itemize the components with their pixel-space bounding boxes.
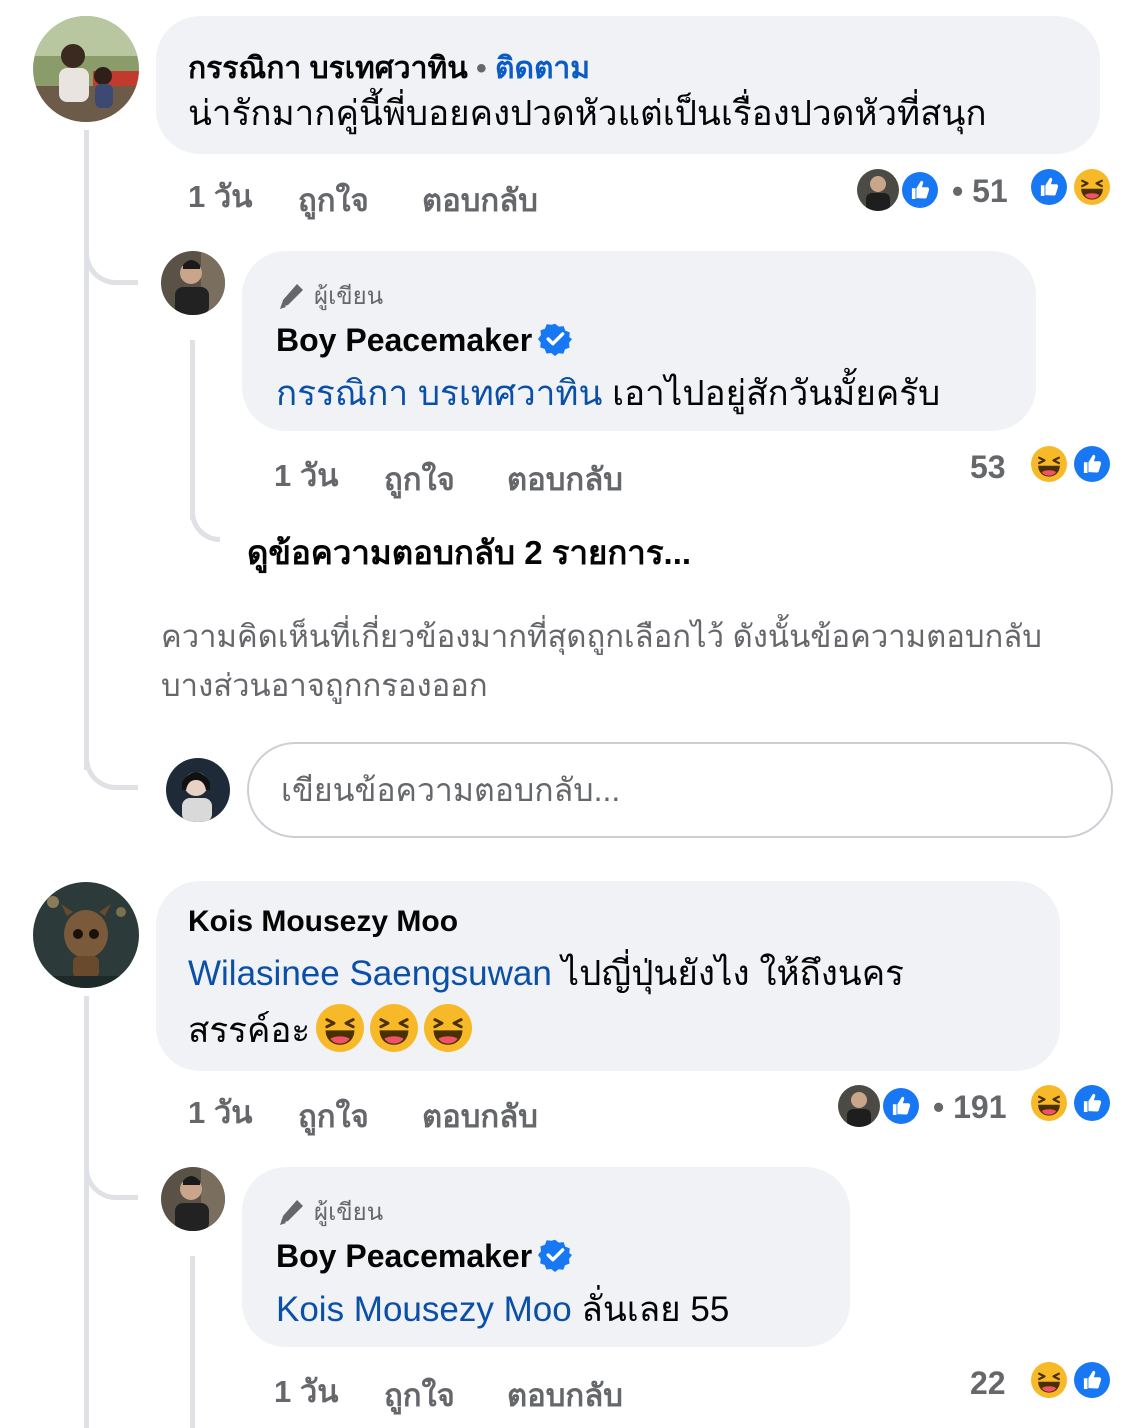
like-icon[interactable] bbox=[1071, 1082, 1113, 1124]
comment-message: ไปญี่ปุ่นยังไง ให้ถึงนคร bbox=[551, 954, 904, 993]
reply-text: กรรณิกา บรเทศวาทิน เอาไปอยู่สักวันมั้ยคร… bbox=[276, 368, 940, 420]
comment-author[interactable]: Kois Mousezy Moo bbox=[188, 905, 458, 939]
laughing-emoji-icon bbox=[316, 1004, 364, 1052]
author-badge: ผู้เขียน bbox=[276, 276, 383, 315]
follow-separator: • bbox=[476, 52, 487, 85]
filter-note: ความคิดเห็นที่เกี่ยวข้องมากที่สุดถูกเลือ… bbox=[161, 619, 1042, 703]
reply-timestamp[interactable]: 1 วัน bbox=[274, 1366, 338, 1416]
author-badge: ผู้เขียน bbox=[276, 1192, 383, 1231]
thread-line bbox=[190, 1256, 195, 1428]
author-name[interactable]: กรรณิกา บรเทศวาทิน bbox=[188, 52, 468, 85]
view-more-replies-link[interactable]: ดูข้อความตอบกลับ 2 รายการ... bbox=[247, 526, 691, 579]
mention-link[interactable]: Kois Mousezy Moo bbox=[276, 1290, 572, 1329]
mention-link[interactable]: Wilasinee Saengsuwan bbox=[188, 954, 552, 993]
follow-button[interactable]: ติดตาม bbox=[495, 52, 590, 85]
reply-button[interactable]: ตอบกลับ bbox=[507, 454, 623, 504]
reply-message: เอาไปอยู่สักวันมั้ยครับ bbox=[602, 374, 941, 413]
reactor-avatar[interactable] bbox=[838, 1085, 880, 1127]
pencil-icon bbox=[276, 1197, 306, 1227]
avatar-current-user bbox=[166, 758, 230, 822]
like-button[interactable]: ถูกใจ bbox=[384, 1370, 455, 1420]
reaction-count[interactable]: • 51 bbox=[952, 173, 1008, 210]
haha-icon[interactable] bbox=[1028, 1082, 1070, 1124]
thread-branch bbox=[190, 490, 220, 542]
avatar-commenter-2[interactable] bbox=[33, 882, 139, 988]
thread-branch bbox=[84, 1130, 138, 1200]
haha-icon[interactable] bbox=[1028, 1359, 1070, 1401]
comment-author[interactable]: กรรณิกา บรเทศวาทิน • ติดตาม bbox=[188, 45, 590, 92]
haha-icon[interactable] bbox=[1071, 166, 1113, 208]
verified-badge-icon bbox=[538, 1238, 572, 1272]
reply-timestamp[interactable]: 1 วัน bbox=[274, 450, 338, 500]
author-badge-label: ผู้เขียน bbox=[314, 1199, 384, 1226]
like-icon[interactable] bbox=[880, 1085, 922, 1127]
author-name[interactable]: Boy Peacemaker bbox=[276, 322, 532, 358]
avatar-commenter-1[interactable] bbox=[33, 16, 139, 122]
like-button[interactable]: ถูกใจ bbox=[298, 1091, 369, 1141]
laughing-emoji-icon bbox=[424, 1004, 472, 1052]
reply-author[interactable]: Boy Peacemaker bbox=[276, 1238, 572, 1275]
reaction-count[interactable]: 53 bbox=[970, 449, 1006, 486]
comment-text: Wilasinee Saengsuwan ไปญี่ปุ่นยังไง ให้ถ… bbox=[188, 948, 904, 1000]
comment-text: น่ารักมากคู่นี้พี่บอยคงปวดหัวแต่เป็นเรื่… bbox=[188, 94, 987, 133]
laughing-emoji-icon bbox=[370, 1004, 418, 1052]
mention-link[interactable]: กรรณิกา บรเทศวาทิน bbox=[276, 374, 602, 413]
reaction-count[interactable]: • 191 bbox=[933, 1089, 1006, 1126]
reply-author[interactable]: Boy Peacemaker bbox=[276, 322, 572, 359]
comment-timestamp[interactable]: 1 วัน bbox=[188, 1087, 252, 1137]
haha-icon[interactable] bbox=[1028, 443, 1070, 485]
comment-message: สรรค์อะ bbox=[188, 1011, 311, 1050]
reply-input-box[interactable] bbox=[247, 742, 1113, 838]
reaction-count[interactable]: 22 bbox=[970, 1365, 1006, 1402]
avatar-page-author[interactable] bbox=[161, 1167, 225, 1231]
like-button[interactable]: ถูกใจ bbox=[384, 454, 455, 504]
pencil-icon bbox=[276, 281, 306, 311]
thread-branch bbox=[84, 720, 138, 790]
thread-branch bbox=[84, 215, 138, 285]
comment-timestamp[interactable]: 1 วัน bbox=[188, 171, 252, 221]
thread-line bbox=[84, 996, 89, 1428]
verified-badge-icon bbox=[538, 322, 572, 356]
comment-text-line2: สรรค์อะ bbox=[188, 1004, 472, 1057]
author-name[interactable]: Boy Peacemaker bbox=[276, 1238, 532, 1274]
like-icon[interactable] bbox=[1071, 1359, 1113, 1401]
reactor-avatar[interactable] bbox=[857, 169, 899, 211]
reply-button[interactable]: ตอบกลับ bbox=[422, 1091, 538, 1141]
author-badge-label: ผู้เขียน bbox=[314, 283, 384, 310]
reply-input[interactable] bbox=[249, 744, 1111, 836]
avatar-page-author[interactable] bbox=[161, 251, 225, 315]
like-icon[interactable] bbox=[1071, 443, 1113, 485]
reply-button[interactable]: ตอบกลับ bbox=[507, 1370, 623, 1420]
like-icon[interactable] bbox=[899, 169, 941, 211]
like-button[interactable]: ถูกใจ bbox=[298, 175, 369, 225]
reply-button[interactable]: ตอบกลับ bbox=[422, 175, 538, 225]
reply-text: Kois Mousezy Moo ลั่นเลย 55 bbox=[276, 1284, 729, 1336]
reply-message: ลั่นเลย 55 bbox=[571, 1290, 730, 1329]
like-icon[interactable] bbox=[1028, 166, 1070, 208]
